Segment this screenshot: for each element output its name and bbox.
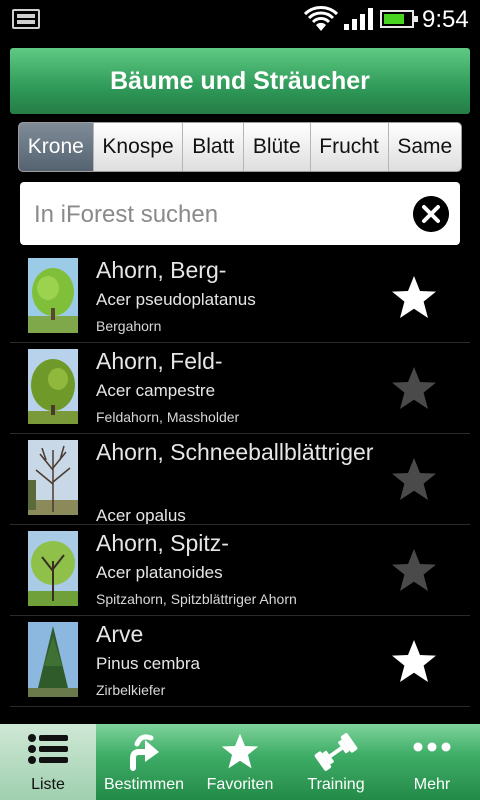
more-icon — [413, 742, 451, 752]
nav-favoriten[interactable]: Favoriten — [192, 724, 288, 800]
item-latin-name: Acer campestre — [96, 381, 216, 400]
page-title: Bäume und Sträucher — [110, 66, 370, 95]
list-item[interactable]: Ahorn, Schneeballblättriger Acer opalus — [10, 434, 470, 525]
item-latin-name: Pinus cembra — [96, 654, 200, 673]
star-icon — [221, 733, 259, 769]
tab-label: Same — [397, 135, 453, 158]
tree-thumbnail-image — [28, 349, 78, 424]
search-input[interactable] — [20, 182, 416, 247]
signal-icon — [344, 8, 373, 30]
tab-same[interactable]: Same — [387, 123, 461, 171]
favorite-star-icon[interactable] — [390, 274, 438, 320]
status-bar: 9:54 — [0, 0, 480, 38]
tab-knospe[interactable]: Knospe — [92, 123, 183, 171]
item-title: Ahorn, Schneeballblättriger — [96, 439, 374, 465]
dumbbell-icon — [314, 733, 358, 771]
header-bar: Bäume und Sträucher — [10, 48, 470, 114]
category-tabs: Krone Knospe Blatt Blüte Frucht Same — [18, 122, 462, 172]
clock: 9:54 — [422, 6, 469, 33]
tab-frucht[interactable]: Frucht — [309, 123, 388, 171]
tab-label: Krone — [27, 135, 84, 158]
favorite-star-icon[interactable] — [390, 456, 438, 502]
item-common-name: Bergahorn — [96, 318, 162, 334]
item-common-name: Zirbelkiefer — [96, 682, 166, 698]
item-title: Ahorn, Spitz- — [96, 530, 229, 556]
tab-krone[interactable]: Krone — [19, 123, 93, 171]
tree-thumbnail-image — [28, 622, 78, 697]
nav-label: Training — [307, 776, 365, 793]
favorite-star-icon[interactable] — [390, 547, 438, 593]
battery-icon — [380, 10, 418, 28]
list-item[interactable]: Ahorn, Feld- Acer campestre Feldahorn, M… — [10, 343, 470, 434]
list-item[interactable]: Arve Pinus cembra Zirbelkiefer — [10, 616, 470, 707]
determine-icon — [130, 734, 159, 771]
item-title: Ahorn, Feld- — [96, 348, 223, 374]
item-latin-name: Acer platanoides — [96, 563, 223, 582]
species-list: Ahorn, Berg- Acer pseudoplatanus Bergaho… — [10, 252, 470, 707]
bottom-navigation: Liste Bestimmen Favoriten Training Mehr — [0, 724, 480, 800]
item-title: Arve — [96, 621, 144, 647]
tab-label: Blatt — [192, 135, 235, 158]
clear-search-icon[interactable] — [413, 196, 449, 232]
favorite-star-icon[interactable] — [390, 638, 438, 684]
tree-thumbnail-image — [28, 531, 78, 606]
nav-liste[interactable]: Liste — [0, 724, 96, 800]
list-icon — [28, 734, 68, 764]
item-latin-name: Acer opalus — [96, 506, 186, 525]
tab-label: Blüte — [252, 135, 301, 158]
tab-label: Frucht — [319, 135, 379, 158]
nav-label: Bestimmen — [103, 776, 185, 793]
nav-label: Favoriten — [206, 776, 274, 793]
favorite-star-icon[interactable] — [390, 365, 438, 411]
wifi-icon — [304, 6, 338, 31]
list-item[interactable]: Ahorn, Spitz- Acer platanoides Spitzahor… — [10, 525, 470, 616]
list-item[interactable]: Ahorn, Berg- Acer pseudoplatanus Bergaho… — [10, 252, 470, 343]
nav-label: Mehr — [413, 776, 451, 793]
item-common-name: Feldahorn, Massholder — [96, 409, 240, 425]
item-title: Ahorn, Berg- — [96, 257, 227, 283]
tab-bluete[interactable]: Blüte — [243, 123, 309, 171]
image-notification-icon — [12, 9, 40, 29]
nav-mehr[interactable]: Mehr — [384, 724, 480, 800]
tab-blatt[interactable]: Blatt — [182, 123, 243, 171]
item-common-name: Spitzahorn, Spitzblättriger Ahorn — [96, 591, 297, 607]
tree-thumbnail-image — [28, 440, 78, 515]
nav-label: Liste — [31, 776, 65, 793]
tree-thumbnail-image — [28, 258, 78, 333]
tab-label: Knospe — [102, 135, 174, 158]
nav-bestimmen[interactable]: Bestimmen — [96, 724, 192, 800]
nav-training[interactable]: Training — [288, 724, 384, 800]
item-latin-name: Acer pseudoplatanus — [96, 290, 256, 309]
battery-level — [384, 14, 404, 24]
search-box — [20, 182, 460, 247]
